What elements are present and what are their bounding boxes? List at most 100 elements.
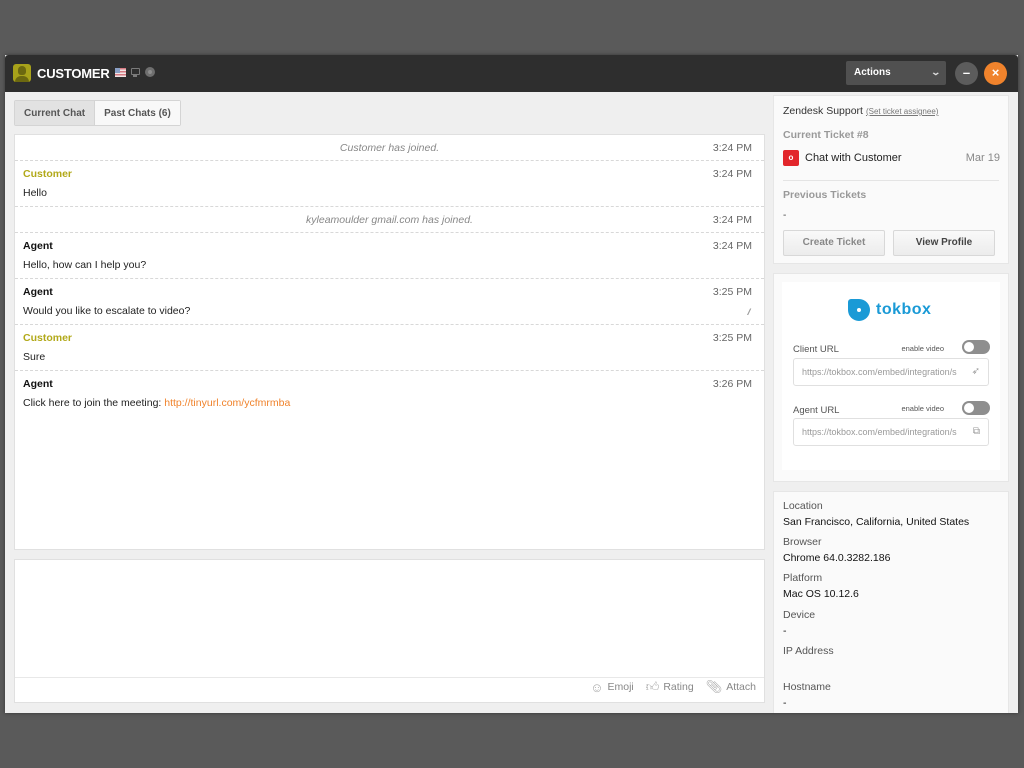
- zendesk-panel: Zendesk Support (Set ticket assignee) Cur…: [773, 95, 1009, 264]
- status-icon: [145, 67, 155, 77]
- chat-log[interactable]: Customer has joined. 3:24 PM Customer He…: [14, 134, 765, 550]
- message-body: Sure: [23, 351, 46, 363]
- client-url-value: https://tokbox.com/embed/integration/s: [802, 367, 957, 377]
- system-message-text: Customer has joined.: [339, 142, 440, 154]
- agent-enable-video-toggle[interactable]: [962, 401, 990, 415]
- set-assignee-link[interactable]: (Set ticket assignee): [866, 107, 938, 116]
- attach-button[interactable]: 📎︎ Attach: [706, 679, 756, 695]
- client-url-label: Client URL: [793, 344, 839, 355]
- message-author: Agent: [23, 286, 53, 298]
- external-link-icon[interactable]: ⧉: [973, 426, 980, 437]
- current-ticket-heading: Current Ticket #8: [783, 129, 869, 141]
- ticket-status-badge: o: [783, 150, 799, 166]
- device-value: -: [783, 625, 787, 637]
- actions-label: Actions: [854, 67, 891, 78]
- monitor-icon: [131, 68, 140, 77]
- message-composer: ☺ Emoji 👍︎ Rating 📎︎ Attach: [14, 559, 765, 703]
- message-time: 3:25 PM: [712, 332, 752, 344]
- message-time: 3:25 PM: [712, 286, 752, 298]
- hostname-label: Hostname: [783, 681, 831, 693]
- title-bar: CUSTOMER Actions ⌄ – ×: [5, 55, 1018, 92]
- chat-tabs: Current Chat Past Chats (6): [14, 100, 181, 126]
- agent-url-label: Agent URL: [793, 405, 840, 416]
- message-body: Click here to join the meeting: http://t…: [23, 397, 290, 409]
- client-enable-video-label: enable video: [901, 344, 944, 353]
- agent-enable-video-label: enable video: [901, 404, 944, 413]
- current-ticket-number: #8: [856, 129, 869, 141]
- chat-message: Agent Click here to join the meeting: ht…: [15, 371, 764, 417]
- agent-url-field[interactable]: https://tokbox.com/embed/integration/s ⧉: [793, 418, 989, 446]
- message-body: Hello: [23, 187, 47, 199]
- chevron-down-icon: ⌄: [930, 67, 942, 77]
- tab-past-chats[interactable]: Past Chats (6): [95, 101, 180, 125]
- message-author: Customer: [23, 168, 73, 180]
- ticket-date: Mar 19: [965, 152, 1000, 164]
- tokbox-panel: tokbox Client URL enable video https://t…: [773, 273, 1009, 482]
- previous-tickets-value: -: [783, 210, 787, 221]
- platform-label: Platform: [783, 572, 823, 584]
- minimize-button[interactable]: –: [955, 62, 978, 85]
- message-time: 3:24 PM: [712, 240, 752, 252]
- create-ticket-button[interactable]: Create Ticket: [783, 230, 885, 256]
- tokbox-wordmark: tokbox: [876, 301, 932, 318]
- system-message-text: kyleamoulder gmail.com has joined.: [306, 214, 473, 226]
- message-time: 3:24 PM: [712, 142, 752, 154]
- location-value: San Francisco, California, United States: [783, 516, 970, 528]
- client-enable-video-toggle[interactable]: [962, 340, 990, 354]
- message-time: 3:26 PM: [712, 378, 752, 390]
- message-author: Agent: [23, 378, 53, 390]
- send-icon[interactable]: ➶: [972, 366, 980, 377]
- chat-message: Customer Sure 3:25 PM: [15, 325, 764, 371]
- device-label: Device: [783, 609, 816, 621]
- ticket-name-link[interactable]: Chat with Customer: [805, 152, 902, 164]
- divider: [783, 180, 999, 181]
- emoji-icon: ☺: [590, 679, 604, 695]
- browser-label: Browser: [783, 536, 822, 548]
- previous-tickets-label: Previous Tickets: [783, 189, 867, 201]
- system-message: kyleamoulder gmail.com has joined. 3:24 …: [15, 207, 764, 233]
- browser-value: Chrome 64.0.3282.186: [783, 552, 891, 564]
- system-message: Customer has joined. 3:24 PM: [15, 135, 764, 161]
- attach-label: Attach: [726, 681, 756, 693]
- rating-label: Rating: [663, 681, 694, 693]
- chat-message: Customer Hello 3:24 PM: [15, 161, 764, 207]
- chat-message: Agent Hello, how can I help you? 3:24 PM: [15, 233, 764, 279]
- tab-current-chat[interactable]: Current Chat: [15, 101, 96, 125]
- ip-address-label: IP Address: [783, 645, 834, 657]
- tokbox-logo-icon: [848, 299, 870, 321]
- paperclip-icon: 📎︎: [705, 679, 723, 694]
- hostname-value: -: [783, 697, 787, 709]
- location-label: Location: [783, 500, 823, 512]
- tokbox-logo: tokbox: [848, 299, 931, 321]
- message-body: Hello, how can I help you?: [23, 259, 147, 271]
- zendesk-title: Zendesk Support (Set ticket assignee): [783, 105, 938, 117]
- message-text: Click here to join the meeting:: [23, 397, 165, 409]
- chat-message: Agent Would you like to escalate to vide…: [15, 279, 764, 325]
- chat-window: CUSTOMER Actions ⌄ – × Current Chat Past…: [5, 55, 1018, 713]
- view-profile-button[interactable]: View Profile: [893, 230, 995, 256]
- emoji-label: Emoji: [607, 681, 634, 693]
- avatar-icon: [13, 64, 31, 82]
- visitor-info-panel: Location San Francisco, California, Unit…: [773, 491, 1009, 713]
- current-ticket-label: Current Ticket: [783, 129, 854, 141]
- message-author: Agent: [23, 240, 53, 252]
- client-url-field[interactable]: https://tokbox.com/embed/integration/s ➶: [793, 358, 989, 386]
- us-flag-icon: [115, 68, 126, 77]
- thumbs-up-icon: 👍︎: [645, 679, 660, 694]
- actions-dropdown[interactable]: Actions ⌄: [846, 61, 946, 85]
- message-time: 3:24 PM: [712, 168, 752, 180]
- agent-url-value: https://tokbox.com/embed/integration/s: [802, 427, 957, 437]
- tokbox-card: tokbox Client URL enable video https://t…: [782, 282, 1000, 470]
- message-author: Customer: [23, 332, 73, 344]
- close-button[interactable]: ×: [984, 62, 1007, 85]
- rating-button[interactable]: 👍︎ Rating: [646, 679, 694, 695]
- platform-value: Mac OS 10.12.6: [783, 588, 859, 600]
- emoji-button[interactable]: ☺ Emoji: [590, 679, 634, 695]
- message-input[interactable]: [15, 560, 764, 678]
- visitor-name: CUSTOMER: [37, 66, 110, 81]
- message-body: Would you like to escalate to video?: [23, 305, 191, 317]
- zendesk-title-text: Zendesk Support: [783, 105, 863, 117]
- meeting-link[interactable]: http://tinyurl.com/ycfmrmba: [164, 397, 290, 409]
- message-time: 3:24 PM: [712, 214, 752, 226]
- composer-toolbar: ☺ Emoji 👍︎ Rating 📎︎ Attach: [590, 679, 756, 695]
